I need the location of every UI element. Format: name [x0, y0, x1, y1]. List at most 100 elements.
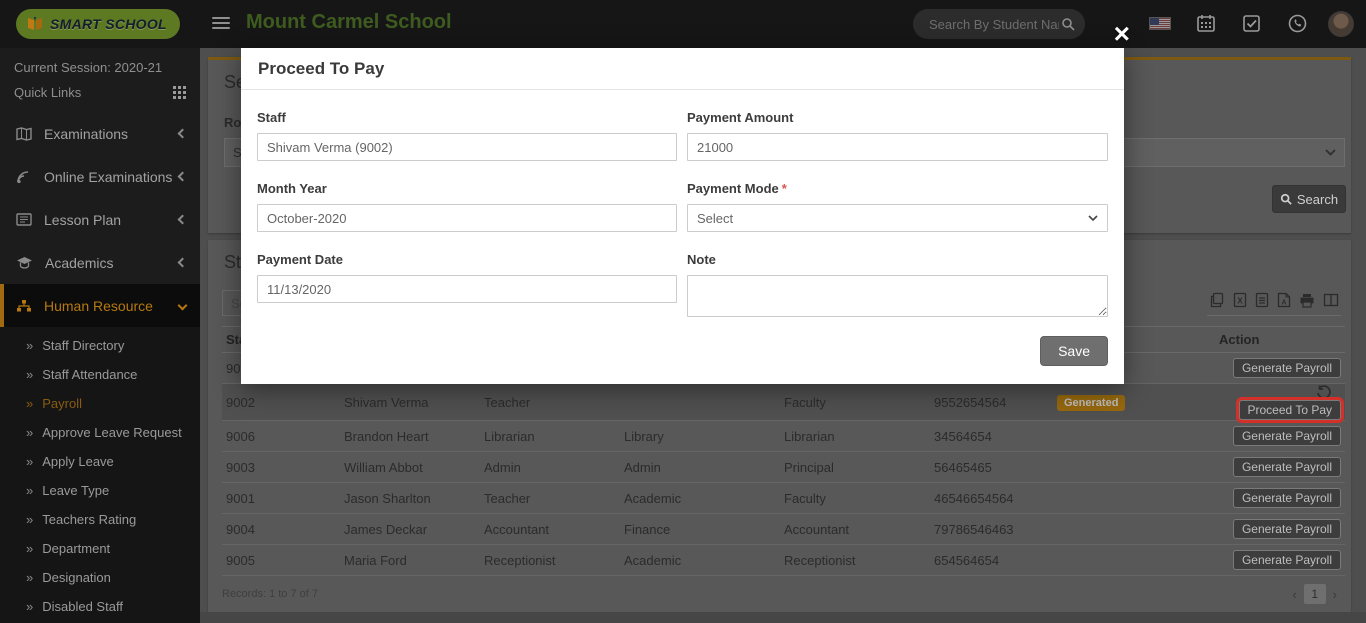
chevron-left-icon: [178, 129, 188, 139]
table-row[interactable]: 9003 William Abbot Admin Admin Principal…: [222, 452, 1345, 483]
quick-links[interactable]: Quick Links: [0, 75, 200, 112]
columns-icon[interactable]: [1323, 293, 1339, 307]
copy-icon[interactable]: [1209, 292, 1225, 308]
note-textarea[interactable]: [687, 275, 1108, 317]
sidebar-item-staff-attendance[interactable]: »Staff Attendance: [0, 360, 200, 389]
cell-department: [620, 384, 780, 421]
cell-staff-id: 9004: [222, 514, 340, 545]
payment-mode-field-group: Payment Mode* Select: [687, 181, 1108, 232]
sidebar-item-payroll[interactable]: »Payroll: [0, 389, 200, 418]
page-next-icon[interactable]: ›: [1333, 587, 1337, 602]
chevron-left-icon: [178, 215, 188, 225]
tasks-icon[interactable]: [1243, 15, 1260, 32]
cell-status: [1053, 545, 1215, 576]
generate-payroll-button[interactable]: Generate Payroll: [1233, 488, 1341, 508]
cell-designation: Librarian: [780, 421, 930, 452]
sidebar-item-disabled-staff[interactable]: »Disabled Staff: [0, 592, 200, 621]
cell-status: [1053, 483, 1215, 514]
generate-payroll-button[interactable]: Generate Payroll: [1233, 426, 1341, 446]
table-row[interactable]: 9004 James Deckar Accountant Finance Acc…: [222, 514, 1345, 545]
cell-phone: 654564654: [930, 545, 1053, 576]
book-icon: [16, 213, 32, 226]
chevron-down-icon: [178, 301, 188, 311]
cell-staff-id: 9006: [222, 421, 340, 452]
payment-mode-select[interactable]: Select: [687, 204, 1108, 232]
cell-role: Librarian: [480, 421, 620, 452]
table-row[interactable]: 9001 Jason Sharlton Teacher Academic Fac…: [222, 483, 1345, 514]
sidebar-item-human-resource[interactable]: Human Resource: [0, 284, 200, 327]
payment-date-input[interactable]: [257, 275, 677, 303]
cell-role: Admin: [480, 452, 620, 483]
language-flag-icon[interactable]: [1149, 17, 1171, 30]
revert-payroll-icon[interactable]: [1316, 385, 1331, 400]
generate-payroll-button[interactable]: Generate Payroll: [1233, 457, 1341, 477]
calendar-icon[interactable]: [1197, 14, 1215, 33]
sidebar-item-academics[interactable]: Academics: [0, 241, 200, 284]
print-icon[interactable]: [1299, 293, 1315, 308]
table-row-selected[interactable]: 9002 Shivam Verma Teacher Faculty 955265…: [222, 384, 1345, 421]
logo-text: SMART SCHOOL: [50, 16, 167, 32]
sidebar-item-online-examinations[interactable]: Online Examinations: [0, 155, 200, 198]
sub-item-label: Disabled Staff: [42, 599, 123, 614]
sidebar-item-lesson-plan[interactable]: Lesson Plan: [0, 198, 200, 241]
app-logo[interactable]: SMART SCHOOL: [16, 9, 180, 39]
sub-item-label: Teachers Rating: [42, 512, 136, 527]
generate-payroll-button[interactable]: Generate Payroll: [1233, 519, 1341, 539]
payroll-page: SMART SCHOOL Mount Carmel School: [0, 0, 1366, 623]
table-row[interactable]: 9005 Maria Ford Receptionist Academic Re…: [222, 545, 1345, 576]
cell-department: Academic: [620, 545, 780, 576]
grid-icon: [173, 86, 186, 99]
chat-icon[interactable]: [1288, 14, 1307, 33]
proceed-to-pay-button[interactable]: Proceed To Pay: [1239, 400, 1342, 420]
page-number[interactable]: 1: [1304, 584, 1326, 604]
student-search-input[interactable]: [927, 16, 1061, 33]
sub-item-label: Department: [42, 541, 110, 556]
book-logo-icon: [26, 15, 44, 33]
cell-phone: 56465465: [930, 452, 1053, 483]
sidebar-item-leave-type[interactable]: »Leave Type: [0, 476, 200, 505]
table-row[interactable]: 9006 Brandon Heart Librarian Library Lib…: [222, 421, 1345, 452]
sidebar-item-approve-leave-request[interactable]: »Approve Leave Request: [0, 418, 200, 447]
status-badge: Generated: [1057, 395, 1125, 411]
cell-staff-id: 9003: [222, 452, 340, 483]
user-avatar[interactable]: [1328, 11, 1354, 37]
modal-body: Staff Payment Amount Month Year Payment …: [241, 90, 1124, 384]
sidebar-item-designation[interactable]: »Designation: [0, 563, 200, 592]
sidebar-item-apply-leave[interactable]: »Apply Leave: [0, 447, 200, 476]
page-prev-icon[interactable]: ‹: [1292, 587, 1296, 602]
sidebar-item-label: Academics: [45, 255, 179, 271]
cell-name: Jason Sharlton: [340, 483, 480, 514]
cell-department: Library: [620, 421, 780, 452]
sidebar-item-staff-directory[interactable]: »Staff Directory: [0, 331, 200, 360]
sidebar-item-teachers-rating[interactable]: »Teachers Rating: [0, 505, 200, 534]
student-search-box[interactable]: [913, 9, 1085, 39]
payment-amount-input[interactable]: [687, 133, 1108, 161]
cell-staff-id: 9001: [222, 483, 340, 514]
search-icon[interactable]: [1061, 17, 1075, 31]
sidebar-item-label: Human Resource: [44, 298, 179, 314]
save-button[interactable]: Save: [1040, 336, 1108, 366]
graduation-cap-icon: [16, 256, 33, 269]
cell-name: Maria Ford: [340, 545, 480, 576]
sidebar-item-examinations[interactable]: Examinations: [0, 112, 200, 155]
cell-designation: Faculty: [780, 384, 930, 421]
generate-payroll-button[interactable]: Generate Payroll: [1233, 358, 1341, 378]
cell-designation: Faculty: [780, 483, 930, 514]
sub-item-label: Payroll: [42, 396, 82, 411]
month-year-input[interactable]: [257, 204, 677, 232]
generate-payroll-button[interactable]: Generate Payroll: [1233, 550, 1341, 570]
payment-mode-value: Select: [697, 211, 1088, 226]
cell-status: [1053, 421, 1215, 452]
staff-input[interactable]: [257, 133, 677, 161]
csv-icon[interactable]: [1255, 292, 1269, 308]
pdf-icon[interactable]: A: [1277, 292, 1291, 308]
sidebar-toggle-icon[interactable]: [212, 17, 230, 32]
cell-role: Teacher: [480, 483, 620, 514]
payment-date-label: Payment Date: [257, 252, 677, 267]
close-icon[interactable]: ×: [1114, 20, 1130, 48]
criteria-search-button[interactable]: Search: [1272, 185, 1346, 213]
sidebar-item-department[interactable]: »Department: [0, 534, 200, 563]
export-toolbar: X A: [1207, 292, 1341, 316]
staff-label: Staff: [257, 110, 677, 125]
excel-icon[interactable]: X: [1233, 292, 1247, 308]
